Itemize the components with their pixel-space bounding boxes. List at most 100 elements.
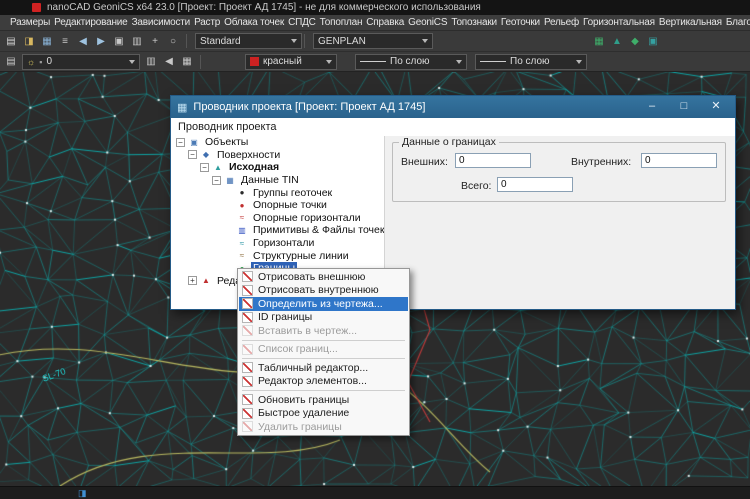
close-button[interactable]: ✕ — [703, 99, 729, 115]
context-menu-item-3[interactable]: ID границы — [239, 311, 408, 325]
tree-item-label: Горизонтали — [251, 237, 316, 249]
collapse-icon[interactable]: − — [212, 176, 221, 185]
window-titlebar: nanoCAD GeoniCS x64 23.0 [Проект: Проект… — [0, 0, 750, 15]
total-count-label: Всего: — [461, 180, 491, 192]
tree-item-0[interactable]: −▣Объекты — [171, 136, 384, 149]
text-style-dropdown[interactable]: Standard — [195, 33, 302, 49]
menu-item-13[interactable]: Вертикальная — [657, 17, 724, 28]
lineweight-dropdown[interactable]: По слою — [475, 54, 587, 70]
context-menu-item-0[interactable]: Отрисовать внешнюю — [239, 270, 408, 284]
boundaries-panel: Данные о границах Внешних: Внутренних: В… — [384, 136, 735, 309]
outer-count-field[interactable] — [455, 153, 531, 168]
color-dropdown[interactable]: красный — [245, 54, 337, 70]
context-menu-item-1[interactable]: Отрисовать внутреннюю — [239, 284, 408, 298]
menu-item-6[interactable]: Топоплан — [318, 17, 365, 28]
boundary-list-icon — [242, 344, 253, 355]
toolbar-separator — [304, 34, 305, 48]
context-menu-item-label: Отрисовать внутреннюю — [258, 284, 379, 296]
save-icon[interactable]: ▦ — [39, 34, 55, 49]
layer-states-icon[interactable]: ▤ — [3, 54, 19, 69]
total-count-field[interactable] — [497, 177, 573, 192]
collapse-icon[interactable]: − — [200, 163, 209, 172]
linetype-sample-icon — [360, 61, 386, 62]
menu-item-3[interactable]: Растр — [192, 17, 222, 28]
linetype-dropdown[interactable]: По слою — [355, 54, 467, 70]
menu-item-11[interactable]: Рельеф — [542, 17, 581, 28]
table-editor-icon — [242, 362, 253, 373]
context-menu-item-label: Отрисовать внешнюю — [258, 271, 365, 283]
geonics-model-icon[interactable]: ◆ — [627, 34, 643, 49]
window-title: nanoCAD GeoniCS x64 23.0 [Проект: Проект… — [47, 2, 481, 13]
surfaces-icon: ◆ — [200, 150, 212, 159]
tree-item-8[interactable]: ≈Горизонтали — [171, 237, 384, 250]
layer-properties-icon[interactable]: ▦ — [179, 54, 195, 69]
geonics-surface-icon[interactable]: ▲ — [609, 34, 625, 49]
geonics-points-icon[interactable]: ▦ — [591, 34, 607, 49]
dialog-header-label: Проводник проекта — [171, 118, 735, 136]
expand-icon[interactable]: + — [188, 276, 197, 285]
menu-item-4[interactable]: Облака точек — [222, 17, 286, 28]
control-contours-icon: ≈ — [236, 213, 248, 222]
tree-item-2[interactable]: −▲Исходная — [171, 161, 384, 174]
menu-item-9[interactable]: Топознаки — [449, 17, 499, 28]
redo-icon[interactable]: ▶ — [93, 34, 109, 49]
minimize-button[interactable]: – — [639, 99, 665, 115]
menu-item-5[interactable]: СПДС — [286, 17, 318, 28]
collapse-icon[interactable]: − — [188, 150, 197, 159]
tree-item-5[interactable]: ●Опорные точки — [171, 199, 384, 212]
status-bar: ◨ — [0, 486, 750, 499]
menu-item-7[interactable]: Справка — [364, 17, 406, 28]
collapse-icon[interactable]: − — [176, 138, 185, 147]
tree-item-4[interactable]: ●Группы геоточек — [171, 186, 384, 199]
dialog-titlebar[interactable]: ▦ Проводник проекта [Проект: Проект АД 1… — [171, 96, 735, 118]
context-menu-item-5: Список границ... — [239, 343, 408, 357]
open-file-icon[interactable]: ◨ — [21, 34, 37, 49]
maximize-button[interactable]: □ — [671, 99, 697, 115]
zoom-icon[interactable]: ○ — [165, 34, 181, 49]
toolbar-icons-right: ▦▲◆▣ — [588, 34, 664, 49]
tree-item-3[interactable]: −▦Данные TIN — [171, 174, 384, 187]
tree-item-1[interactable]: −◆Поверхности — [171, 149, 384, 162]
context-menu-item-2[interactable]: Определить из чертежа... — [239, 297, 408, 311]
tree-item-label: Группы геоточек — [251, 187, 334, 199]
context-menu-item-10: Удалить границы — [239, 420, 408, 434]
context-menu-item-9[interactable]: Быстрое удаление — [239, 407, 408, 421]
menu-item-14[interactable]: Благоустройство — [724, 17, 750, 28]
plot-icon[interactable]: ≡ — [57, 34, 73, 49]
define-from-drawing-icon — [242, 298, 253, 309]
menu-item-8[interactable]: GeoniCS — [406, 17, 449, 28]
tree-item-label: Объекты — [203, 136, 250, 148]
tree-item-label: Опорные точки — [251, 199, 329, 211]
undo-icon[interactable]: ◀ — [75, 34, 91, 49]
chevron-down-icon — [129, 60, 135, 64]
layer-value: 0 — [46, 56, 52, 67]
tree-item-7[interactable]: ▥Примитивы & Файлы точек — [171, 224, 384, 237]
tree-item-9[interactable]: ≈Структурные линии — [171, 249, 384, 262]
layer-previous-icon[interactable]: ◀ — [161, 54, 177, 69]
menu-item-12[interactable]: Горизонтальная — [581, 17, 657, 28]
make-layer-current-icon[interactable]: ▥ — [143, 54, 159, 69]
breaklines-icon: ≈ — [236, 251, 248, 260]
context-menu-item-label: Обновить границы — [258, 394, 349, 406]
geonics-explorer-icon[interactable]: ▣ — [645, 34, 661, 49]
menu-item-1[interactable]: Редактирование — [52, 17, 129, 28]
context-menu-item-label: Быстрое удаление — [258, 407, 349, 419]
insert-into-drawing-icon — [242, 325, 253, 336]
menu-item-0[interactable]: Размеры — [8, 17, 52, 28]
paste-icon[interactable]: ▥ — [129, 34, 145, 49]
draw-inner-boundary-icon — [242, 285, 253, 296]
new-file-icon[interactable]: ▤ — [3, 34, 19, 49]
tree-item-6[interactable]: ≈Опорные горизонтали — [171, 212, 384, 225]
context-menu-item-6[interactable]: Табличный редактор... — [239, 361, 408, 375]
context-menu-item-8[interactable]: Обновить границы — [239, 393, 408, 407]
workspace-dropdown[interactable]: GENPLAN — [313, 33, 433, 49]
chevron-down-icon — [326, 60, 332, 64]
menu-item-2[interactable]: Зависимости — [130, 17, 193, 28]
copy-icon[interactable]: ▣ — [111, 34, 127, 49]
pan-icon[interactable]: + — [147, 34, 163, 49]
layer-dropdown[interactable]: ☼ ▪ 0 — [22, 54, 140, 70]
inner-count-field[interactable] — [641, 153, 717, 168]
text-style-value: Standard — [200, 36, 241, 47]
menu-item-10[interactable]: Геоточки — [499, 17, 542, 28]
context-menu-item-7[interactable]: Редактор элементов... — [239, 375, 408, 389]
